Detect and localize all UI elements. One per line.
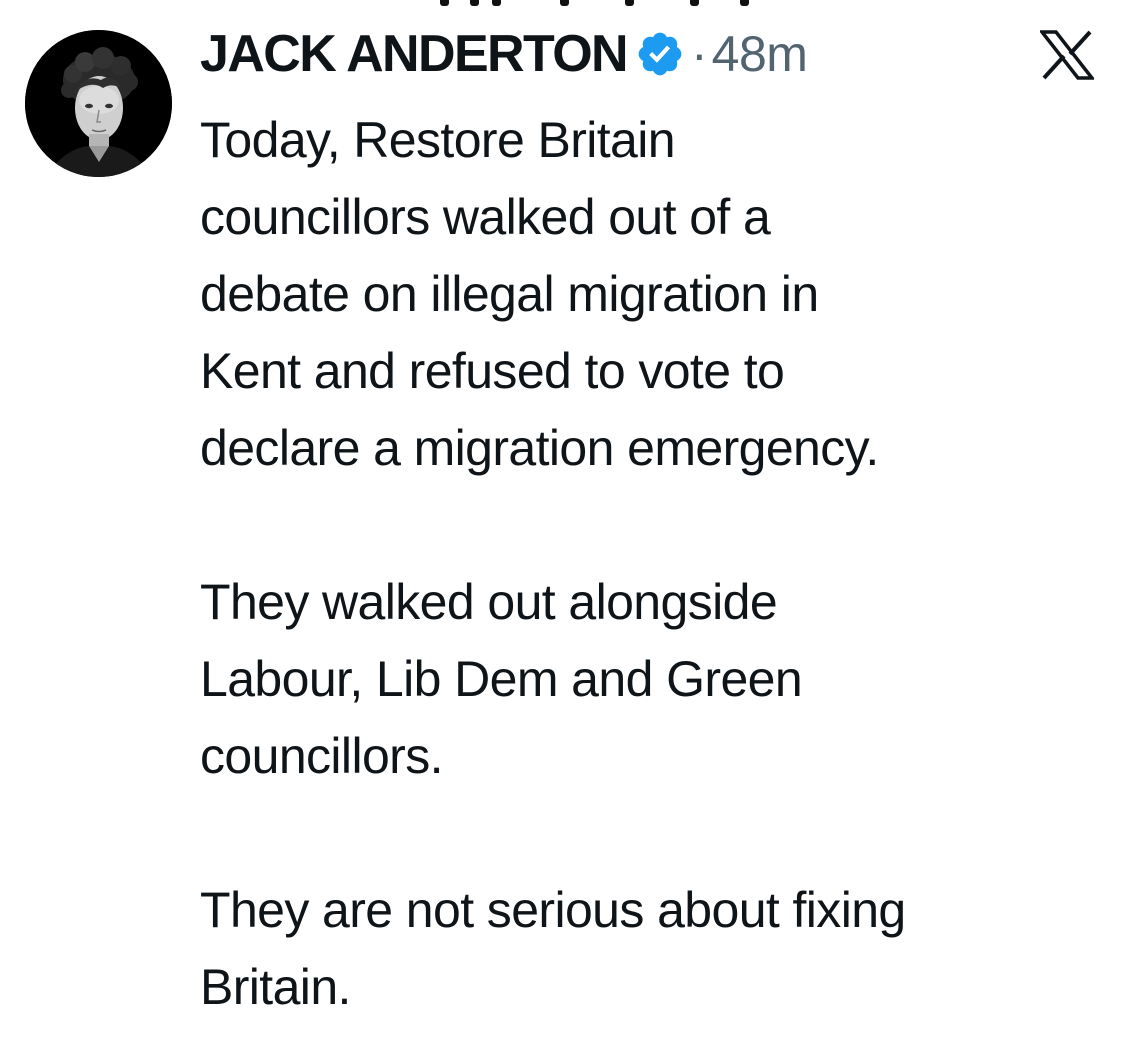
tweet-card[interactable]: JACK ANDERTON · 48m Today, Restore Brita… (0, 0, 1125, 1045)
separator-dot: · (691, 26, 708, 82)
x-logo-icon[interactable] (1038, 30, 1096, 80)
avatar[interactable] (25, 30, 172, 177)
tweet-timestamp[interactable]: 48m (712, 25, 808, 83)
tweet-paragraph: They are not serious about fixing Britai… (200, 882, 906, 1015)
tweet-paragraph: Today, Restore Britain councillors walke… (200, 112, 879, 476)
author-display-name[interactable]: JACK ANDERTON (200, 24, 629, 84)
avatar-photo (25, 30, 172, 177)
tweet-header: JACK ANDERTON · 48m (200, 22, 808, 86)
tweet-text: Today, Restore Britain councillors walke… (200, 102, 1100, 1026)
verified-badge-icon[interactable] (635, 29, 685, 79)
tweet-paragraph: They walked out alongside Labour, Lib De… (200, 574, 803, 784)
